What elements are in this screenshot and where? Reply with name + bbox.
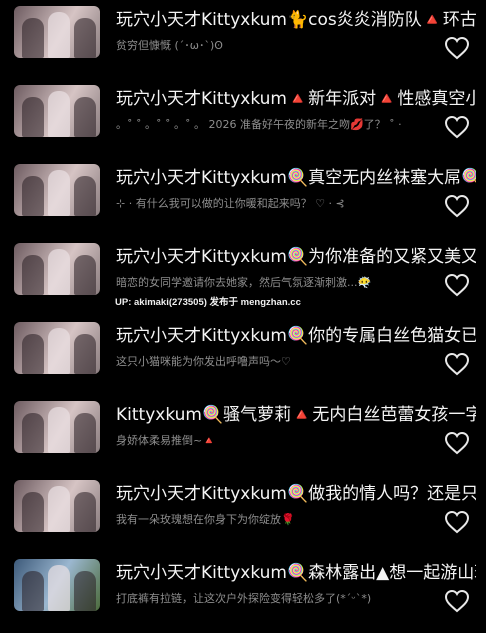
item-title[interactable]: 玩穴小天才Kittyxkum🐈cos炎炎消防队🔺环古达🔺 <box>116 8 476 32</box>
item-title[interactable]: 玩穴小天才Kittyxkum🍭你的专属白丝色猫女已上线 <box>116 324 476 348</box>
item-title[interactable]: Kittyxkum🍭骚气萝莉🔺无内白丝芭蕾女孩一字马 <box>116 403 476 427</box>
item-subtitle: 暗恋的女同学邀请你去她家，然后气氛逐渐刺激...😶‍🌫️ <box>116 276 372 289</box>
list-item[interactable]: 玩穴小天才Kittyxkum🍭为你准备的又紧又美又湿 暗恋的女同学邀请你去她家，… <box>0 241 486 320</box>
item-title[interactable]: 玩穴小天才Kittyxkum🍭真空无内丝袜塞大屌🍭 <box>116 166 476 190</box>
video-thumbnail[interactable] <box>14 6 100 58</box>
heart-outline-icon[interactable] <box>444 194 470 218</box>
video-thumbnail[interactable] <box>14 243 100 295</box>
heart-outline-icon[interactable] <box>444 273 470 297</box>
list-item[interactable]: 玩穴小天才Kittyxkum🍭你的专属白丝色猫女已上线 这只小猫咪能为你发出呼噜… <box>0 320 486 399</box>
item-title[interactable]: 玩穴小天才Kittyxkum🍭森林露出▲想一起游山玩水吗 <box>116 561 476 585</box>
item-title[interactable]: 玩穴小天才Kittyxkum🍭为你准备的又紧又美又湿 <box>116 245 476 269</box>
item-subtitle: 贫穷但慷慨 (´･ω･`)ʘ <box>116 39 223 52</box>
item-subtitle: 我有一朵玫瑰想在你身下为你绽放🌹 <box>116 513 295 526</box>
item-subtitle: 身娇体柔易推倒~🔺 <box>116 434 216 447</box>
video-thumbnail[interactable] <box>14 164 100 216</box>
list-item[interactable]: 玩穴小天才Kittyxkum🐈cos炎炎消防队🔺环古达🔺 贫穷但慷慨 (´･ω･… <box>0 4 486 83</box>
video-list: 玩穴小天才Kittyxkum🐈cos炎炎消防队🔺环古达🔺 贫穷但慷慨 (´･ω･… <box>0 0 486 633</box>
heart-outline-icon[interactable] <box>444 589 470 613</box>
video-thumbnail[interactable] <box>14 322 100 374</box>
heart-outline-icon[interactable] <box>444 431 470 455</box>
item-title[interactable]: 玩穴小天才Kittyxkum🔺新年派对🔺性感真空小洋装 <box>116 87 476 111</box>
list-item[interactable]: 玩穴小天才Kittyxkum🔺新年派对🔺性感真空小洋装 。˚ ˚ 。˚ ˚ 。˚… <box>0 83 486 162</box>
item-subtitle: 这只小猫咪能为你发出呼噜声吗～♡ <box>116 355 291 368</box>
list-item[interactable]: 玩穴小天才Kittyxkum🍭真空无内丝袜塞大屌🍭 ⊹ · 有什么我可以做的让你… <box>0 162 486 241</box>
list-item[interactable]: 玩穴小天才Kittyxkum🍭森林露出▲想一起游山玩水吗 打底裤有拉链，让这次户… <box>0 557 486 633</box>
heart-outline-icon[interactable] <box>444 510 470 534</box>
list-item[interactable]: Kittyxkum🍭骚气萝莉🔺无内白丝芭蕾女孩一字马 身娇体柔易推倒~🔺 <box>0 399 486 478</box>
heart-outline-icon[interactable] <box>444 36 470 60</box>
video-thumbnail[interactable] <box>14 559 100 611</box>
list-item[interactable]: 玩穴小天才Kittyxkum🍭做我的情人吗？还是只做我的 我有一朵玫瑰想在你身下… <box>0 478 486 557</box>
video-thumbnail[interactable] <box>14 85 100 137</box>
heart-outline-icon[interactable] <box>444 352 470 376</box>
watermark-text: UP: akimaki(273505) 发布于 mengzhan.cc <box>115 297 301 308</box>
video-thumbnail[interactable] <box>14 480 100 532</box>
item-subtitle: ⊹ · 有什么我可以做的让你暖和起来吗？ ♡ · ⊰ <box>116 197 345 210</box>
item-subtitle: 打底裤有拉链，让这次户外探险变得轻松多了(*ˊᵕˋ*) <box>116 592 372 605</box>
item-title[interactable]: 玩穴小天才Kittyxkum🍭做我的情人吗？还是只做我的 <box>116 482 476 506</box>
video-thumbnail[interactable] <box>14 401 100 453</box>
heart-outline-icon[interactable] <box>444 115 470 139</box>
item-subtitle: 。˚ ˚ 。˚ ˚ 。˚ 。 2026 准备好午夜的新年之吻💋了？ ˚ · <box>116 118 402 131</box>
